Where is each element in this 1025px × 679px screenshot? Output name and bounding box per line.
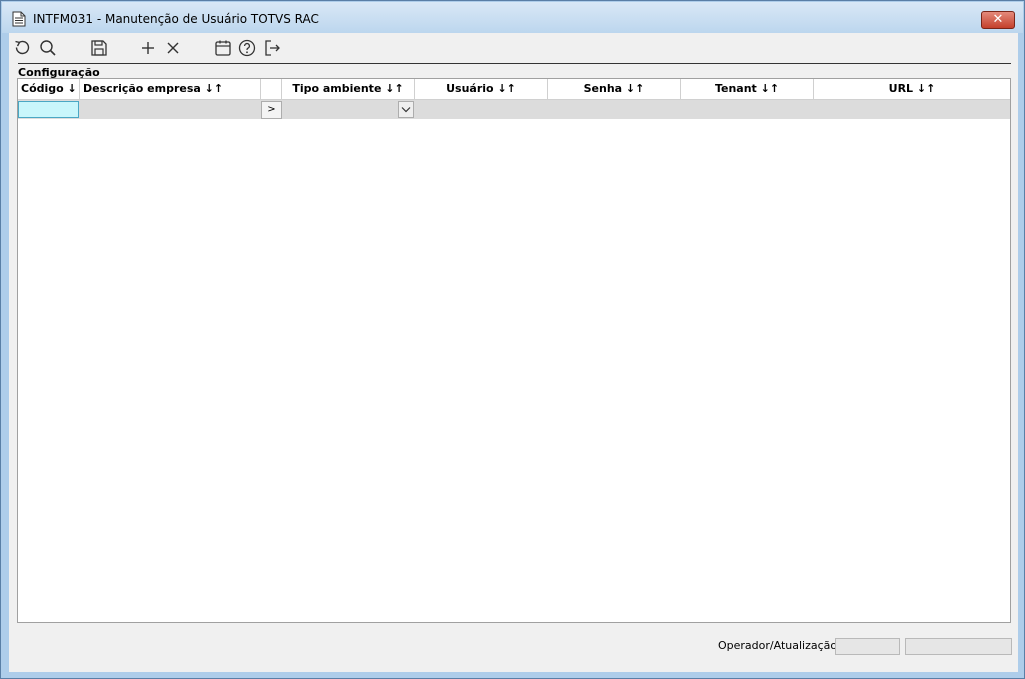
tenant-cell[interactable] [681,100,814,119]
column-header-action [261,79,282,100]
refresh-icon [15,40,30,55]
client-area: Configuração Código ↓↑ Descrição empresa… [9,33,1018,672]
calendar-icon [215,40,231,56]
column-header-tipo-ambiente[interactable]: Tipo ambiente ↓↑ [282,79,415,100]
column-header-descricao[interactable]: Descrição empresa ↓↑ [80,79,261,100]
operador-atualizacao-label: Operador/Atualização [718,639,838,652]
save-icon [91,40,107,56]
operador-field [835,638,900,655]
exit-icon [265,40,280,56]
url-cell[interactable] [814,100,1010,119]
tipo-ambiente-dropdown-button[interactable] [398,101,414,118]
refresh-button[interactable] [12,38,34,60]
senha-cell[interactable] [548,100,681,119]
delete-icon [167,42,179,54]
column-header-usuario[interactable]: Usuário ↓↑ [415,79,548,100]
close-button[interactable]: ✕ [981,11,1015,29]
delete-button[interactable] [163,38,185,60]
window-title: INTFM031 - Manutenção de Usuário TOTVS R… [33,12,319,26]
lookup-arrow-button[interactable]: > [261,101,282,119]
column-header-tenant[interactable]: Tenant ↓↑ [681,79,814,100]
grid-header: Código ↓↑ Descrição empresa ↓↑ Tipo ambi… [18,79,1010,100]
column-header-senha[interactable]: Senha ↓↑ [548,79,681,100]
add-button[interactable] [138,38,160,60]
search-icon [40,40,56,56]
calendar-button[interactable] [213,38,235,60]
group-divider [18,63,1011,64]
atualizacao-field [905,638,1012,655]
help-button[interactable] [237,38,259,60]
document-icon [12,11,26,27]
search-button[interactable] [38,38,60,60]
table-row[interactable]: > [18,100,1010,119]
exit-button[interactable] [262,38,284,60]
help-icon [238,39,256,57]
descricao-cell[interactable] [80,100,261,119]
tipo-ambiente-cell[interactable] [282,100,398,119]
title-bar[interactable]: INTFM031 - Manutenção de Usuário TOTVS R… [2,2,1023,33]
app-window: INTFM031 - Manutenção de Usuário TOTVS R… [0,0,1025,679]
save-button[interactable] [89,38,111,60]
toolbar [9,33,1018,63]
column-header-codigo[interactable]: Código ↓↑ [18,79,80,100]
add-icon [142,42,154,54]
column-header-url[interactable]: URL ↓↑ [814,79,1010,100]
codigo-cell-input[interactable] [18,101,79,118]
close-icon: ✕ [992,12,1004,27]
config-grid[interactable]: Código ↓↑ Descrição empresa ↓↑ Tipo ambi… [17,78,1011,623]
chevron-down-icon [401,107,411,113]
usuario-cell[interactable] [415,100,548,119]
